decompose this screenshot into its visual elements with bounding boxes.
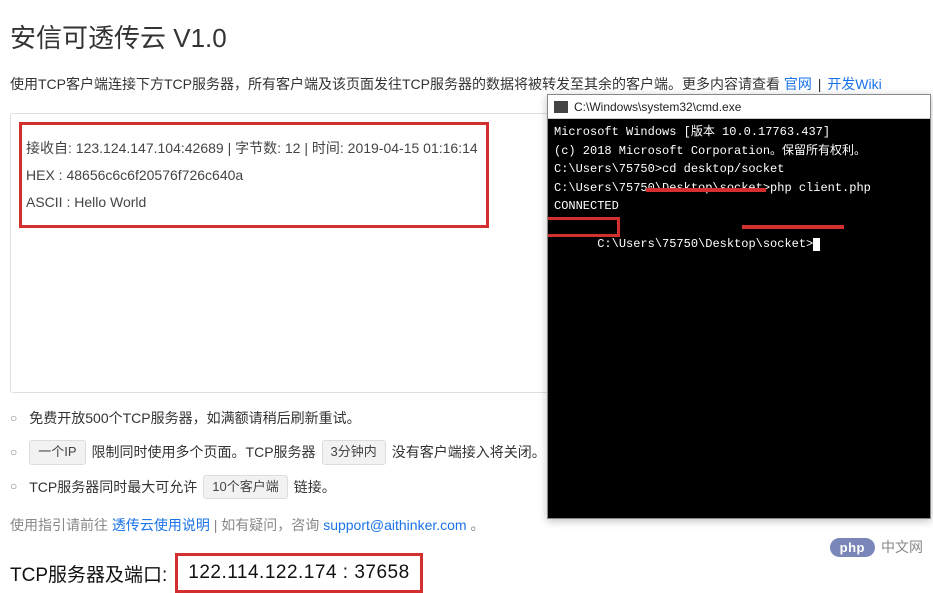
server-address-box: 122.114.122.174 : 37658 (175, 553, 422, 593)
cmd-window[interactable]: C:\Windows\system32\cmd.exe Microsoft Wi… (547, 94, 931, 519)
cmd-line-8-text: C:\Users\75750\Desktop\socket> (597, 237, 813, 251)
received-meta: 接收自: 123.124.147.104:42689 | 字节数: 12 | 时… (26, 135, 478, 162)
note-3-prefix: TCP服务器同时最大可允许 (29, 476, 197, 498)
note-1-text: 免费开放500个TCP服务器，如满额请稍后刷新重试。 (29, 407, 360, 429)
desc-text: 使用TCP客户端连接下方TCP服务器，所有客户端及该页面发往TCP服务器的数据将… (10, 76, 784, 92)
received-highlight-box: 接收自: 123.124.147.104:42689 | 字节数: 12 | 时… (19, 122, 489, 228)
guide-mid: | 如有疑问，咨询 (214, 517, 323, 533)
link-email[interactable]: support@aithinker.com (323, 517, 466, 533)
page-title: 安信可透传云 V1.0 (10, 18, 923, 55)
received-hex: HEX : 48656c6c6f20576f726c640a (26, 162, 478, 189)
note-2-pill-ip: 一个IP (29, 440, 85, 465)
annotation-underline-php (742, 225, 844, 229)
cmd-line-2: (c) 2018 Microsoft Corporation。保留所有权利。 (554, 142, 924, 161)
note-2-suffix: 没有客户端接入将关闭。 (392, 441, 546, 463)
cmd-body[interactable]: Microsoft Windows [版本 10.0.17763.437] (c… (548, 119, 930, 518)
link-wiki[interactable]: 开发Wiki (827, 76, 881, 92)
php-pill: php (830, 538, 875, 557)
page-description: 使用TCP客户端连接下方TCP服务器，所有客户端及该页面发往TCP服务器的数据将… (10, 73, 923, 95)
link-website[interactable]: 官网 (784, 76, 812, 92)
note-3-suffix: 链接。 (294, 476, 336, 498)
note-2-mid: 限制同时使用多个页面。TCP服务器 (92, 441, 316, 463)
link-separator: | (818, 76, 822, 92)
server-row: TCP服务器及端口: 122.114.122.174 : 37658 (10, 553, 923, 593)
cmd-line-8: C:\Users\75750\Desktop\socket> (554, 216, 924, 272)
cmd-line-7: CONNECTED (554, 197, 924, 216)
guide-prefix: 使用指引请前往 (10, 517, 112, 533)
cmd-cursor (813, 238, 820, 251)
received-ascii: ASCII : Hello World (26, 189, 478, 216)
cmd-line-1: Microsoft Windows [版本 10.0.17763.437] (554, 123, 924, 142)
cmd-line-4: C:\Users\75750>cd desktop/socket (554, 160, 924, 179)
cmd-title-text: C:\Windows\system32\cmd.exe (574, 100, 741, 114)
php-text: 中文网 (881, 537, 923, 557)
cmd-titlebar[interactable]: C:\Windows\system32\cmd.exe (548, 95, 930, 119)
guide-suffix: 。 (470, 517, 484, 533)
cmd-icon (554, 101, 568, 113)
note-2-pill-time: 3分钟内 (322, 440, 386, 465)
php-badge: php 中文网 (830, 537, 923, 557)
note-3-pill-clients: 10个客户端 (203, 475, 287, 500)
annotation-underline-cd (646, 188, 766, 192)
link-guide[interactable]: 透传云使用说明 (112, 517, 210, 533)
